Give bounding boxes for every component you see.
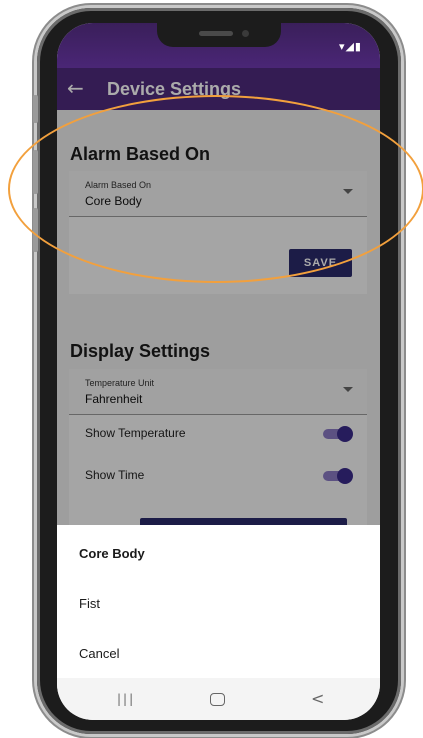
phone-screen: ▾◢▮ ← Device Settings Alarm Based On Ala… <box>57 23 380 720</box>
front-camera <box>242 30 249 37</box>
speaker-grill <box>199 31 233 36</box>
home-icon[interactable] <box>210 693 225 706</box>
back-icon[interactable]: < <box>311 689 324 708</box>
system-nav-bar: ||| < <box>57 678 380 720</box>
phone-side-button <box>33 150 38 194</box>
sheet-option-fist[interactable]: Fist <box>79 596 100 611</box>
sheet-option-core-body[interactable]: Core Body <box>79 546 145 561</box>
status-bar: ▾◢▮ <box>57 23 380 68</box>
notch <box>157 23 281 47</box>
status-icons: ▾◢▮ <box>338 40 362 53</box>
sheet-option-cancel[interactable]: Cancel <box>79 646 119 661</box>
bottom-sheet: Core Body Fist Cancel <box>57 525 380 678</box>
phone-side-button <box>33 208 38 252</box>
modal-scrim[interactable] <box>57 68 380 525</box>
recents-icon[interactable]: ||| <box>117 692 135 706</box>
phone-side-button <box>33 95 38 123</box>
